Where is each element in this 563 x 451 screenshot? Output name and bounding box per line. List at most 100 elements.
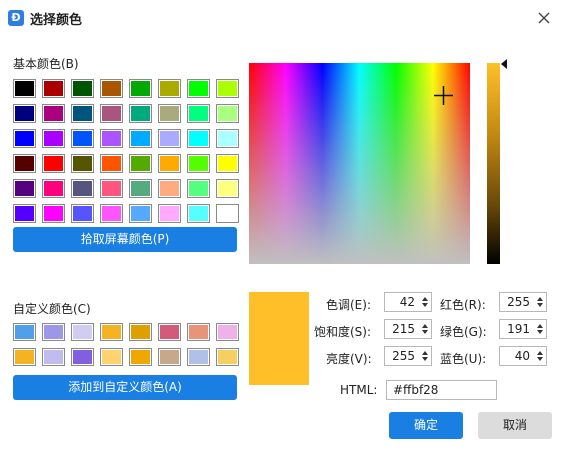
custom-color-swatch[interactable] <box>187 323 210 341</box>
saturation-value: 215 <box>392 322 415 336</box>
basic-color-swatch[interactable] <box>129 104 152 123</box>
saturation-up-icon[interactable] <box>422 324 428 328</box>
hue-down-icon[interactable] <box>422 303 428 307</box>
hue-up-icon[interactable] <box>422 297 428 301</box>
custom-color-swatch[interactable] <box>71 348 94 366</box>
blue-label: 蓝色(U): <box>440 352 487 366</box>
custom-color-swatch[interactable] <box>42 348 65 366</box>
saturation-down-icon[interactable] <box>422 330 428 334</box>
basic-color-swatch[interactable] <box>71 129 94 148</box>
html-input[interactable]: #ffbf28 <box>386 380 497 400</box>
window-title: 选择颜色 <box>30 13 83 28</box>
custom-colors-grid <box>13 323 239 366</box>
basic-color-swatch[interactable] <box>13 179 36 198</box>
add-custom-color-button[interactable]: 添加到自定义颜色(A) <box>13 375 237 400</box>
blue-down-icon[interactable] <box>537 357 543 361</box>
basic-color-swatch[interactable] <box>100 154 123 173</box>
blue-up-icon[interactable] <box>537 351 543 355</box>
custom-color-swatch[interactable] <box>71 323 94 341</box>
custom-color-swatch[interactable] <box>158 323 181 341</box>
custom-color-swatch[interactable] <box>129 348 152 366</box>
blue-spinbox[interactable]: 40 <box>499 346 547 366</box>
basic-color-swatch[interactable] <box>187 154 210 173</box>
custom-color-swatch[interactable] <box>100 348 123 366</box>
lightness-down-icon[interactable] <box>422 357 428 361</box>
basic-color-swatch[interactable] <box>71 104 94 123</box>
basic-color-swatch[interactable] <box>129 179 152 198</box>
basic-color-swatch[interactable] <box>158 179 181 198</box>
basic-color-swatch[interactable] <box>13 79 36 98</box>
basic-color-swatch[interactable] <box>187 129 210 148</box>
pick-screen-color-button[interactable]: 拾取屏幕颜色(P) <box>13 227 237 252</box>
custom-color-swatch[interactable] <box>187 348 210 366</box>
basic-color-swatch[interactable] <box>158 204 181 223</box>
green-down-icon[interactable] <box>537 330 543 334</box>
basic-color-swatch[interactable] <box>158 79 181 98</box>
basic-color-swatch[interactable] <box>100 179 123 198</box>
red-spinbox[interactable]: 255 <box>499 292 547 312</box>
custom-color-swatch[interactable] <box>42 323 65 341</box>
basic-color-swatch[interactable] <box>129 154 152 173</box>
custom-color-swatch[interactable] <box>13 348 36 366</box>
basic-color-swatch[interactable] <box>71 154 94 173</box>
basic-color-swatch[interactable] <box>71 79 94 98</box>
basic-color-swatch[interactable] <box>187 104 210 123</box>
basic-color-swatch[interactable] <box>42 79 65 98</box>
basic-color-swatch[interactable] <box>187 79 210 98</box>
basic-color-swatch[interactable] <box>13 104 36 123</box>
basic-color-swatch[interactable] <box>100 204 123 223</box>
basic-color-swatch[interactable] <box>13 129 36 148</box>
custom-color-swatch[interactable] <box>158 348 181 366</box>
green-up-icon[interactable] <box>537 324 543 328</box>
green-label: 绿色(G): <box>440 325 487 339</box>
red-down-icon[interactable] <box>537 303 543 307</box>
custom-color-swatch[interactable] <box>216 348 239 366</box>
basic-color-swatch[interactable] <box>71 204 94 223</box>
custom-color-swatch[interactable] <box>100 323 123 341</box>
basic-color-swatch[interactable] <box>13 204 36 223</box>
basic-color-swatch[interactable] <box>100 104 123 123</box>
basic-color-swatch[interactable] <box>216 154 239 173</box>
saturation-label: 饱和度(S): <box>314 325 372 339</box>
luminance-slider[interactable] <box>487 63 500 264</box>
saturation-spinbox[interactable]: 215 <box>384 319 432 339</box>
hue-spinbox[interactable]: 42 <box>384 292 432 312</box>
basic-color-swatch[interactable] <box>100 129 123 148</box>
basic-color-swatch[interactable] <box>42 104 65 123</box>
basic-color-swatch[interactable] <box>216 104 239 123</box>
basic-color-swatch[interactable] <box>129 129 152 148</box>
green-spinbox[interactable]: 191 <box>499 319 547 339</box>
basic-color-swatch[interactable] <box>216 179 239 198</box>
basic-color-swatch[interactable] <box>216 204 239 223</box>
basic-color-swatch[interactable] <box>187 204 210 223</box>
basic-color-swatch[interactable] <box>158 104 181 123</box>
lightness-up-icon[interactable] <box>422 351 428 355</box>
blue-value: 40 <box>514 349 530 363</box>
basic-color-swatch[interactable] <box>42 204 65 223</box>
color-preview <box>249 292 309 385</box>
custom-color-swatch[interactable] <box>216 323 239 341</box>
lightness-spinbox[interactable]: 255 <box>384 346 432 366</box>
close-button[interactable] <box>532 6 556 30</box>
basic-color-swatch[interactable] <box>158 154 181 173</box>
basic-colors-grid <box>13 79 239 223</box>
custom-color-swatch[interactable] <box>129 323 152 341</box>
basic-color-swatch[interactable] <box>100 79 123 98</box>
basic-color-swatch[interactable] <box>129 204 152 223</box>
cancel-button[interactable]: 取消 <box>478 412 552 439</box>
basic-color-swatch[interactable] <box>71 179 94 198</box>
red-up-icon[interactable] <box>537 297 543 301</box>
basic-color-swatch[interactable] <box>42 154 65 173</box>
luminance-arrow-icon[interactable] <box>501 59 507 69</box>
basic-color-swatch[interactable] <box>42 179 65 198</box>
ok-button[interactable]: 确定 <box>389 412 463 439</box>
basic-color-swatch[interactable] <box>13 154 36 173</box>
basic-color-swatch[interactable] <box>158 129 181 148</box>
custom-color-swatch[interactable] <box>13 323 36 341</box>
basic-color-swatch[interactable] <box>187 179 210 198</box>
basic-color-swatch[interactable] <box>216 79 239 98</box>
lightness-label: 亮度(V): <box>326 352 372 366</box>
basic-color-swatch[interactable] <box>129 79 152 98</box>
basic-color-swatch[interactable] <box>42 129 65 148</box>
basic-color-swatch[interactable] <box>216 129 239 148</box>
